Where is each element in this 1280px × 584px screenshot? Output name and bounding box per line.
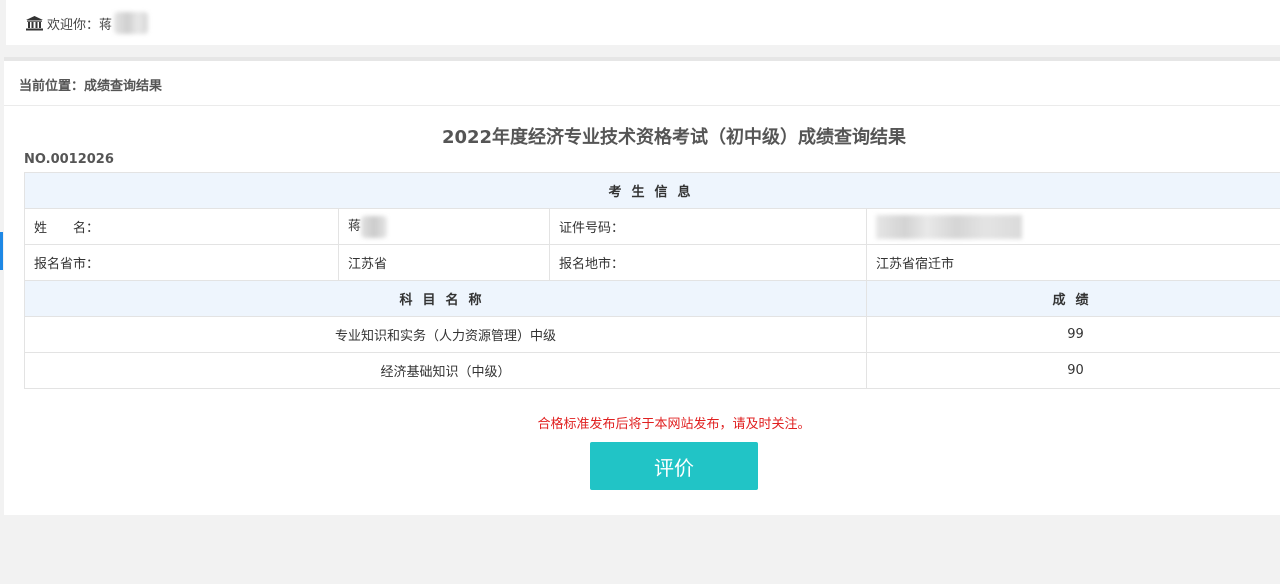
table-row: 经济基础知识（中级） 90 xyxy=(24,352,1280,389)
province-value: 江苏省 xyxy=(338,244,550,281)
table-row: 姓 名： 蒋 证件号码： xyxy=(24,208,1280,245)
subject-name: 专业知识和实务（人力资源管理）中级 xyxy=(24,316,867,353)
bank-icon xyxy=(26,15,43,30)
side-indicator xyxy=(0,232,3,270)
id-label: 证件号码： xyxy=(549,208,867,245)
top-bar: 欢迎你： 蒋 xyxy=(6,0,1280,45)
release-notice: 合格标准发布后将于本网站发布，请及时关注。 xyxy=(537,417,811,432)
subject-header: 科目名称 xyxy=(24,280,867,317)
main-panel: 当前位置：成绩查询结果 2022年度经济专业技术资格考试（初中级）成绩查询结果 … xyxy=(4,61,1280,515)
welcome-label: 欢迎你： xyxy=(47,17,100,33)
score-table: 考生信息 姓 名： 蒋 证件号码： 报名省市： 江苏省 报名地市： 江苏省宿迁市… xyxy=(23,172,1280,389)
id-value xyxy=(865,208,1280,245)
name-value: 蒋 xyxy=(338,208,550,245)
city-label: 报名地市： xyxy=(549,244,867,281)
subject-name: 经济基础知识（中级） xyxy=(24,352,867,389)
welcome-message: 欢迎你： 蒋 xyxy=(26,12,149,34)
breadcrumb-divider xyxy=(4,105,1280,106)
city-value: 江苏省宿迁市 xyxy=(865,244,1280,281)
score-header: 成绩 xyxy=(865,280,1280,317)
province-label: 报名省市： xyxy=(24,244,339,281)
page-title: 2022年度经济专业技术资格考试（初中级）成绩查询结果 xyxy=(441,127,907,148)
score-header-row: 科目名称 成绩 xyxy=(24,280,1280,317)
evaluate-button[interactable]: 评价 xyxy=(590,442,758,490)
table-row: 报名省市： 江苏省 报名地市： 江苏省宿迁市 xyxy=(24,244,1280,281)
redacted-name xyxy=(361,215,388,238)
candidate-info-header: 考生信息 xyxy=(23,172,1280,209)
table-row: 专业知识和实务（人力资源管理）中级 99 xyxy=(24,316,1280,353)
user-name: 蒋 xyxy=(99,17,113,33)
subject-score: 90 xyxy=(865,352,1280,389)
redacted-id xyxy=(876,214,1022,239)
breadcrumb: 当前位置：成绩查询结果 xyxy=(19,79,163,94)
subject-score: 99 xyxy=(865,316,1280,353)
name-label: 姓 名： xyxy=(24,208,339,245)
redacted-name xyxy=(114,12,149,34)
serial-number: NO.0012026 xyxy=(24,152,114,167)
candidate-info-title: 考生信息 xyxy=(23,172,1280,209)
